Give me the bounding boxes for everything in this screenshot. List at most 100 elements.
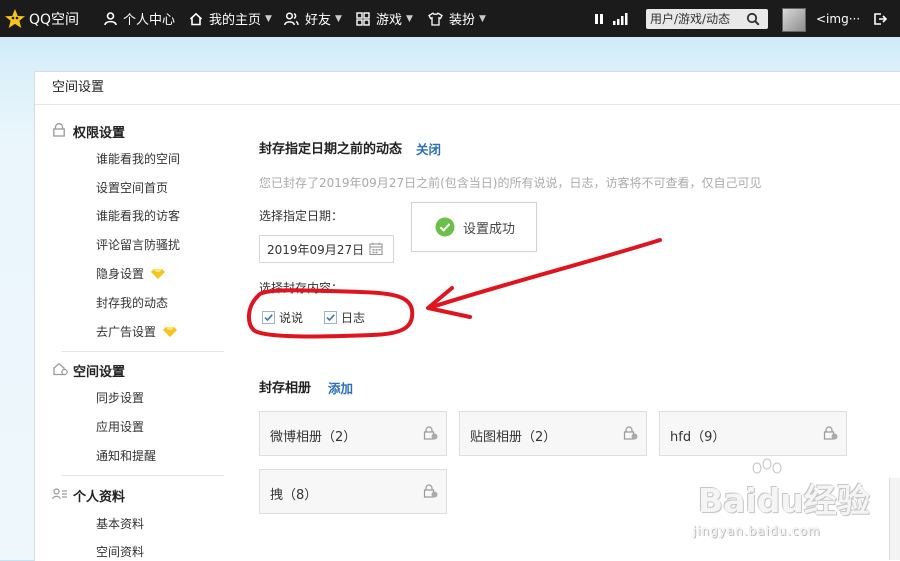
sidebar-group-profile[interactable]: 个人资料 xyxy=(52,486,126,505)
sidebar-item-label: 谁能看我的空间 xyxy=(96,152,181,166)
avatar[interactable] xyxy=(782,8,806,32)
sidebar-item-label: 同步设置 xyxy=(96,391,145,405)
house-settings-icon xyxy=(53,362,68,376)
search-box xyxy=(646,9,768,29)
search-input[interactable] xyxy=(650,12,746,26)
checkbox-box[interactable] xyxy=(262,311,275,324)
sidebar-group-permissions[interactable]: 权限设置 xyxy=(53,122,126,141)
friends-icon xyxy=(284,11,299,25)
date-label: 选择指定日期： xyxy=(259,209,344,223)
sidebar-item-who-can-view-visitors[interactable]: 谁能看我的访客 xyxy=(96,208,180,224)
nav-personal-center[interactable]: 个人中心 xyxy=(104,0,175,37)
album-card[interactable]: hfd（9） xyxy=(659,411,847,456)
sidebar-item-basic-profile[interactable]: 基本资料 xyxy=(96,516,144,532)
success-check-icon xyxy=(435,217,455,237)
sidebar-item-who-can-view-space[interactable]: 谁能看我的空间 xyxy=(96,151,180,167)
albums-add-link[interactable]: 添加 xyxy=(328,378,353,397)
sidebar-item-label: 应用设置 xyxy=(96,420,145,434)
sidebar-item-ad-free[interactable]: 去广告设置 xyxy=(96,324,178,340)
nav-my-homepage[interactable]: 我的主页 ▼ xyxy=(189,0,272,37)
qzone-logo[interactable]: QQ空间 xyxy=(4,0,79,37)
album-name: 贴图相册（2） xyxy=(470,430,557,445)
logo-text: QQ空间 xyxy=(29,11,80,28)
nav-dressup[interactable]: 装扮 ▼ xyxy=(428,0,486,37)
signal-button[interactable] xyxy=(613,0,629,37)
sidebar-group-title: 空间设置 xyxy=(73,364,126,380)
signal-bars-icon xyxy=(613,12,628,25)
chevron-down-icon: ▼ xyxy=(479,13,486,24)
sidebar-item-label: 封存我的动态 xyxy=(96,296,169,310)
sidebar-item-sync[interactable]: 同步设置 xyxy=(96,390,144,406)
album-card[interactable]: 贴图相册（2） xyxy=(459,411,647,456)
lock-icon xyxy=(53,123,65,137)
albums-section-title: 封存相册 xyxy=(259,381,312,396)
nav-label: 游戏 xyxy=(376,13,403,28)
checkmark-icon xyxy=(264,314,273,322)
vip-diamond-icon xyxy=(151,269,166,279)
album-card[interactable]: 拽（8） xyxy=(259,469,447,514)
chevron-down-icon: ▼ xyxy=(335,13,342,24)
sidebar-item-anti-harassment[interactable]: 评论留言防骚扰 xyxy=(96,237,180,253)
album-name: hfd（9） xyxy=(670,430,726,445)
album-card[interactable]: 微博相册（2） xyxy=(259,411,447,456)
sidebar-item-label: 隐身设置 xyxy=(96,267,145,281)
sidebar-item-label: 评论留言防骚扰 xyxy=(96,238,181,252)
sidebar-item-label: 谁能看我的访客 xyxy=(96,209,181,223)
nav-label: 好友 xyxy=(305,13,332,28)
album-lock-icon[interactable] xyxy=(423,426,438,440)
chevron-down-icon: ▼ xyxy=(265,13,272,24)
nav-label: 我的主页 xyxy=(209,13,262,28)
pause-icon xyxy=(595,13,603,24)
nav-label: 装扮 xyxy=(449,13,476,28)
sidebar-item-stealth[interactable]: 隐身设置 xyxy=(96,266,166,282)
sidebar-item-set-homepage[interactable]: 设置空间首页 xyxy=(96,180,168,196)
scrollbar-stub[interactable] xyxy=(889,478,900,560)
sidebar-item-space-profile[interactable]: 空间资料 xyxy=(96,544,144,560)
grid-icon xyxy=(356,11,370,26)
archive-close-link[interactable]: 关闭 xyxy=(416,139,441,158)
sidebar-divider xyxy=(61,351,224,352)
checkmark-icon xyxy=(326,314,335,322)
sidebar-item-label: 设置空间首页 xyxy=(96,181,169,195)
vip-diamond-icon xyxy=(163,327,178,337)
pause-button[interactable] xyxy=(594,0,604,37)
album-lock-icon[interactable] xyxy=(423,484,438,498)
checkbox-shuoshuo[interactable]: 说说 xyxy=(262,309,303,326)
date-value: 2019年09月27日 xyxy=(267,242,365,257)
nav-friends[interactable]: 好友 ▼ xyxy=(284,0,342,37)
sidebar-item-label: 通知和提醒 xyxy=(96,449,157,463)
logout-icon xyxy=(874,12,887,25)
nav-label: 个人中心 xyxy=(123,13,176,28)
success-toast: 设置成功 xyxy=(411,202,537,252)
sidebar-group-title: 权限设置 xyxy=(73,125,126,141)
sidebar-item-notifications[interactable]: 通知和提醒 xyxy=(96,448,156,464)
username-link[interactable]: <img··· xyxy=(816,0,860,37)
checkbox-rizhi[interactable]: 日志 xyxy=(324,309,365,326)
sidebar-item-label: 基本资料 xyxy=(96,517,145,531)
calendar-icon[interactable] xyxy=(369,242,383,255)
album-name: 拽（8） xyxy=(270,488,318,503)
settings-panel: 空间设置 权限设置 谁能看我的空间 设置空间首页 谁能看我的访客 评论留言防骚扰… xyxy=(34,71,900,561)
sidebar-item-label: 去广告设置 xyxy=(96,325,157,339)
sidebar-item-label: 空间资料 xyxy=(96,545,145,559)
search-icon[interactable] xyxy=(746,12,760,26)
checkbox-box[interactable] xyxy=(324,311,337,324)
top-navigation-bar: QQ空间 个人中心 我的主页 ▼ 好友 ▼ 游戏 ▼ 装扮 ▼ 用户/游戏/动态… xyxy=(0,0,900,37)
sidebar-group-space-settings[interactable]: 空间设置 xyxy=(53,361,126,380)
sidebar-item-archive-feeds[interactable]: 封存我的动态 xyxy=(96,295,168,311)
archive-description: 您已封存了2019年09月27日之前(包含当日)的所有说说，日志，访客将不可查看… xyxy=(259,176,762,190)
sidebar-group-title: 个人资料 xyxy=(73,489,126,505)
checkbox-label: 日志 xyxy=(341,311,366,325)
archive-section-title: 封存指定日期之前的动态 xyxy=(259,142,403,157)
logout-button[interactable] xyxy=(873,0,887,37)
nav-games[interactable]: 游戏 ▼ xyxy=(356,0,413,37)
panel-title: 空间设置 xyxy=(35,72,900,105)
album-lock-icon[interactable] xyxy=(623,426,638,440)
checkbox-label: 说说 xyxy=(279,311,304,325)
sidebar-divider xyxy=(61,475,224,476)
date-picker[interactable]: 2019年09月27日 xyxy=(259,235,394,263)
toast-message: 设置成功 xyxy=(463,221,516,237)
sidebar-item-apps[interactable]: 应用设置 xyxy=(96,419,144,435)
album-lock-icon[interactable] xyxy=(823,426,838,440)
home-icon xyxy=(189,12,203,25)
